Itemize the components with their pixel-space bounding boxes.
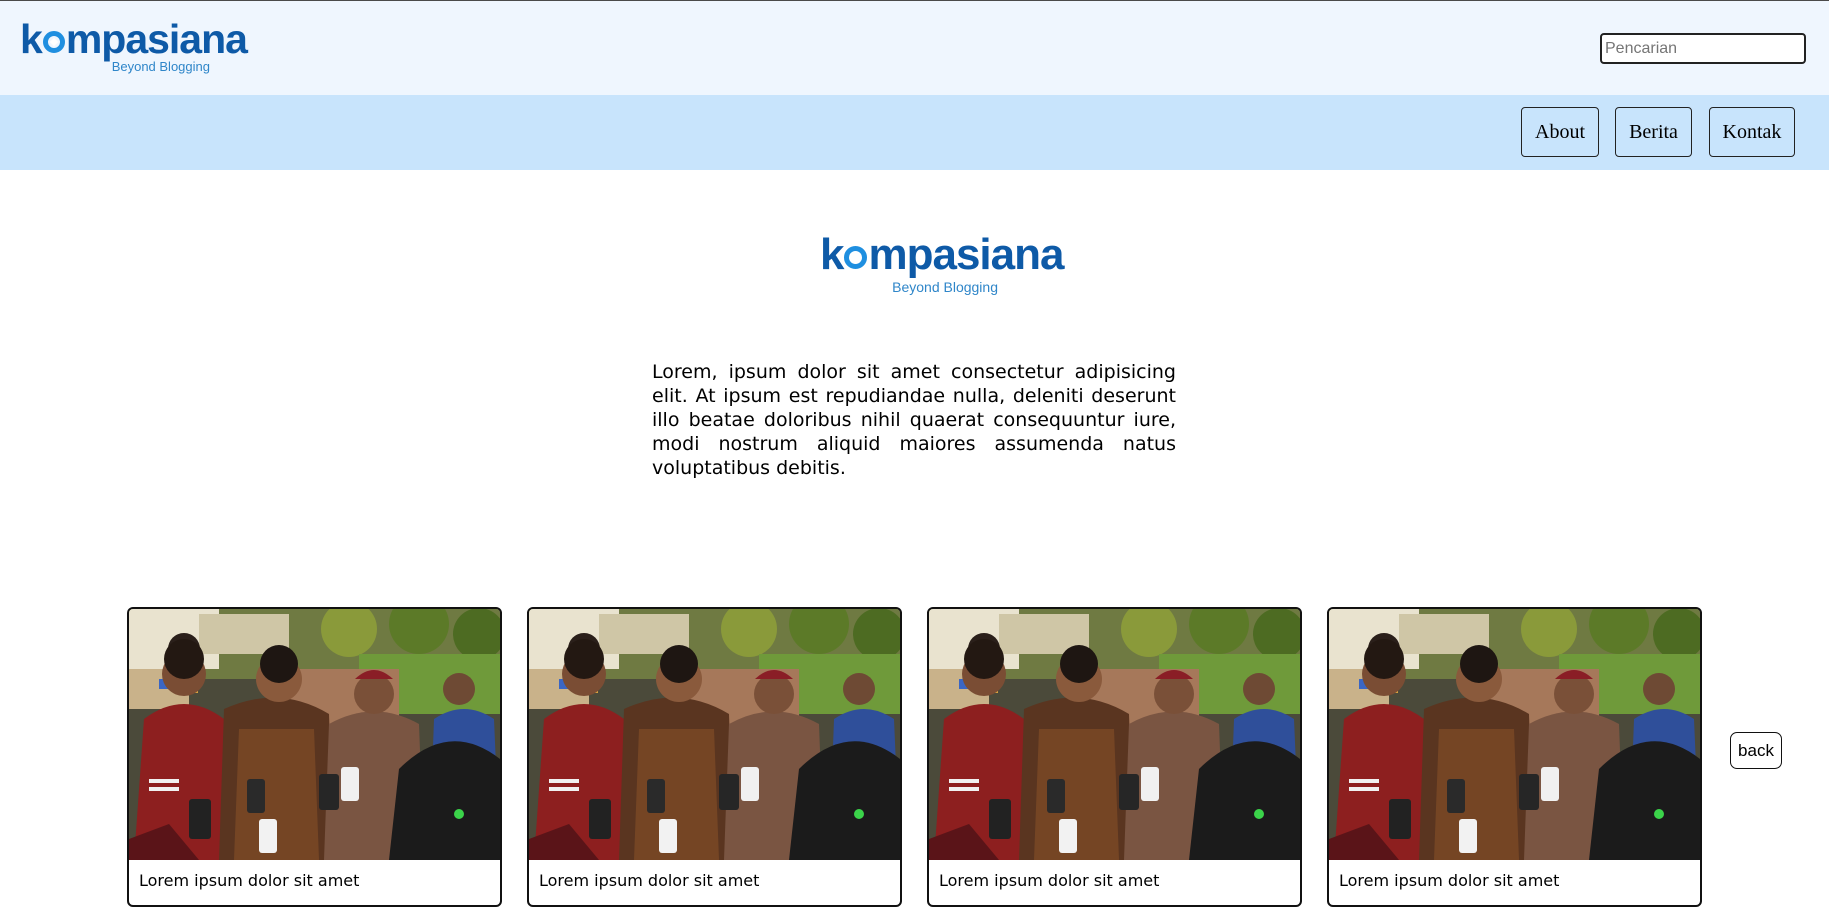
back-button[interactable]: back [1730, 732, 1782, 769]
nav-berita-button[interactable]: Berita [1615, 107, 1692, 157]
card-caption: Lorem ipsum dolor sit amet [1339, 871, 1560, 890]
top-header: k mpasiana Beyond Blogging [0, 0, 1829, 95]
news-card[interactable]: Lorem ipsum dolor sit amet [1327, 607, 1702, 907]
kompasiana-logo[interactable]: k mpasiana Beyond Blogging [20, 16, 248, 77]
search-input[interactable] [1600, 33, 1806, 64]
nav-about-button[interactable]: About [1521, 107, 1599, 157]
nav-bar: About Berita Kontak [0, 95, 1829, 170]
logo-o-icon [42, 31, 65, 53]
logo-wordmark: k mpasiana [20, 16, 248, 62]
card-photo [529, 609, 900, 860]
hero-logo-o-icon [844, 246, 868, 269]
card-photo [129, 609, 500, 860]
card-caption: Lorem ipsum dolor sit amet [539, 871, 760, 890]
nav-kontak-button[interactable]: Kontak [1709, 107, 1795, 157]
news-card[interactable]: Lorem ipsum dolor sit amet [527, 607, 902, 907]
intro-text: Lorem, ipsum dolor sit amet consectetur … [652, 361, 1176, 479]
card-photo [929, 609, 1300, 860]
card-photo [1329, 609, 1700, 860]
card-caption: Lorem ipsum dolor sit amet [939, 871, 1160, 890]
news-card[interactable]: Lorem ipsum dolor sit amet [927, 607, 1302, 907]
news-card[interactable]: Lorem ipsum dolor sit amet [127, 607, 502, 907]
hero-logo-wordmark: k mpasiana [820, 230, 1064, 279]
card-caption: Lorem ipsum dolor sit amet [139, 871, 360, 890]
hero-logo-tagline: Beyond Blogging [892, 279, 998, 295]
logo-tagline: Beyond Blogging [111, 59, 210, 74]
hero-logo: k mpasiana Beyond Blogging [820, 230, 1064, 303]
